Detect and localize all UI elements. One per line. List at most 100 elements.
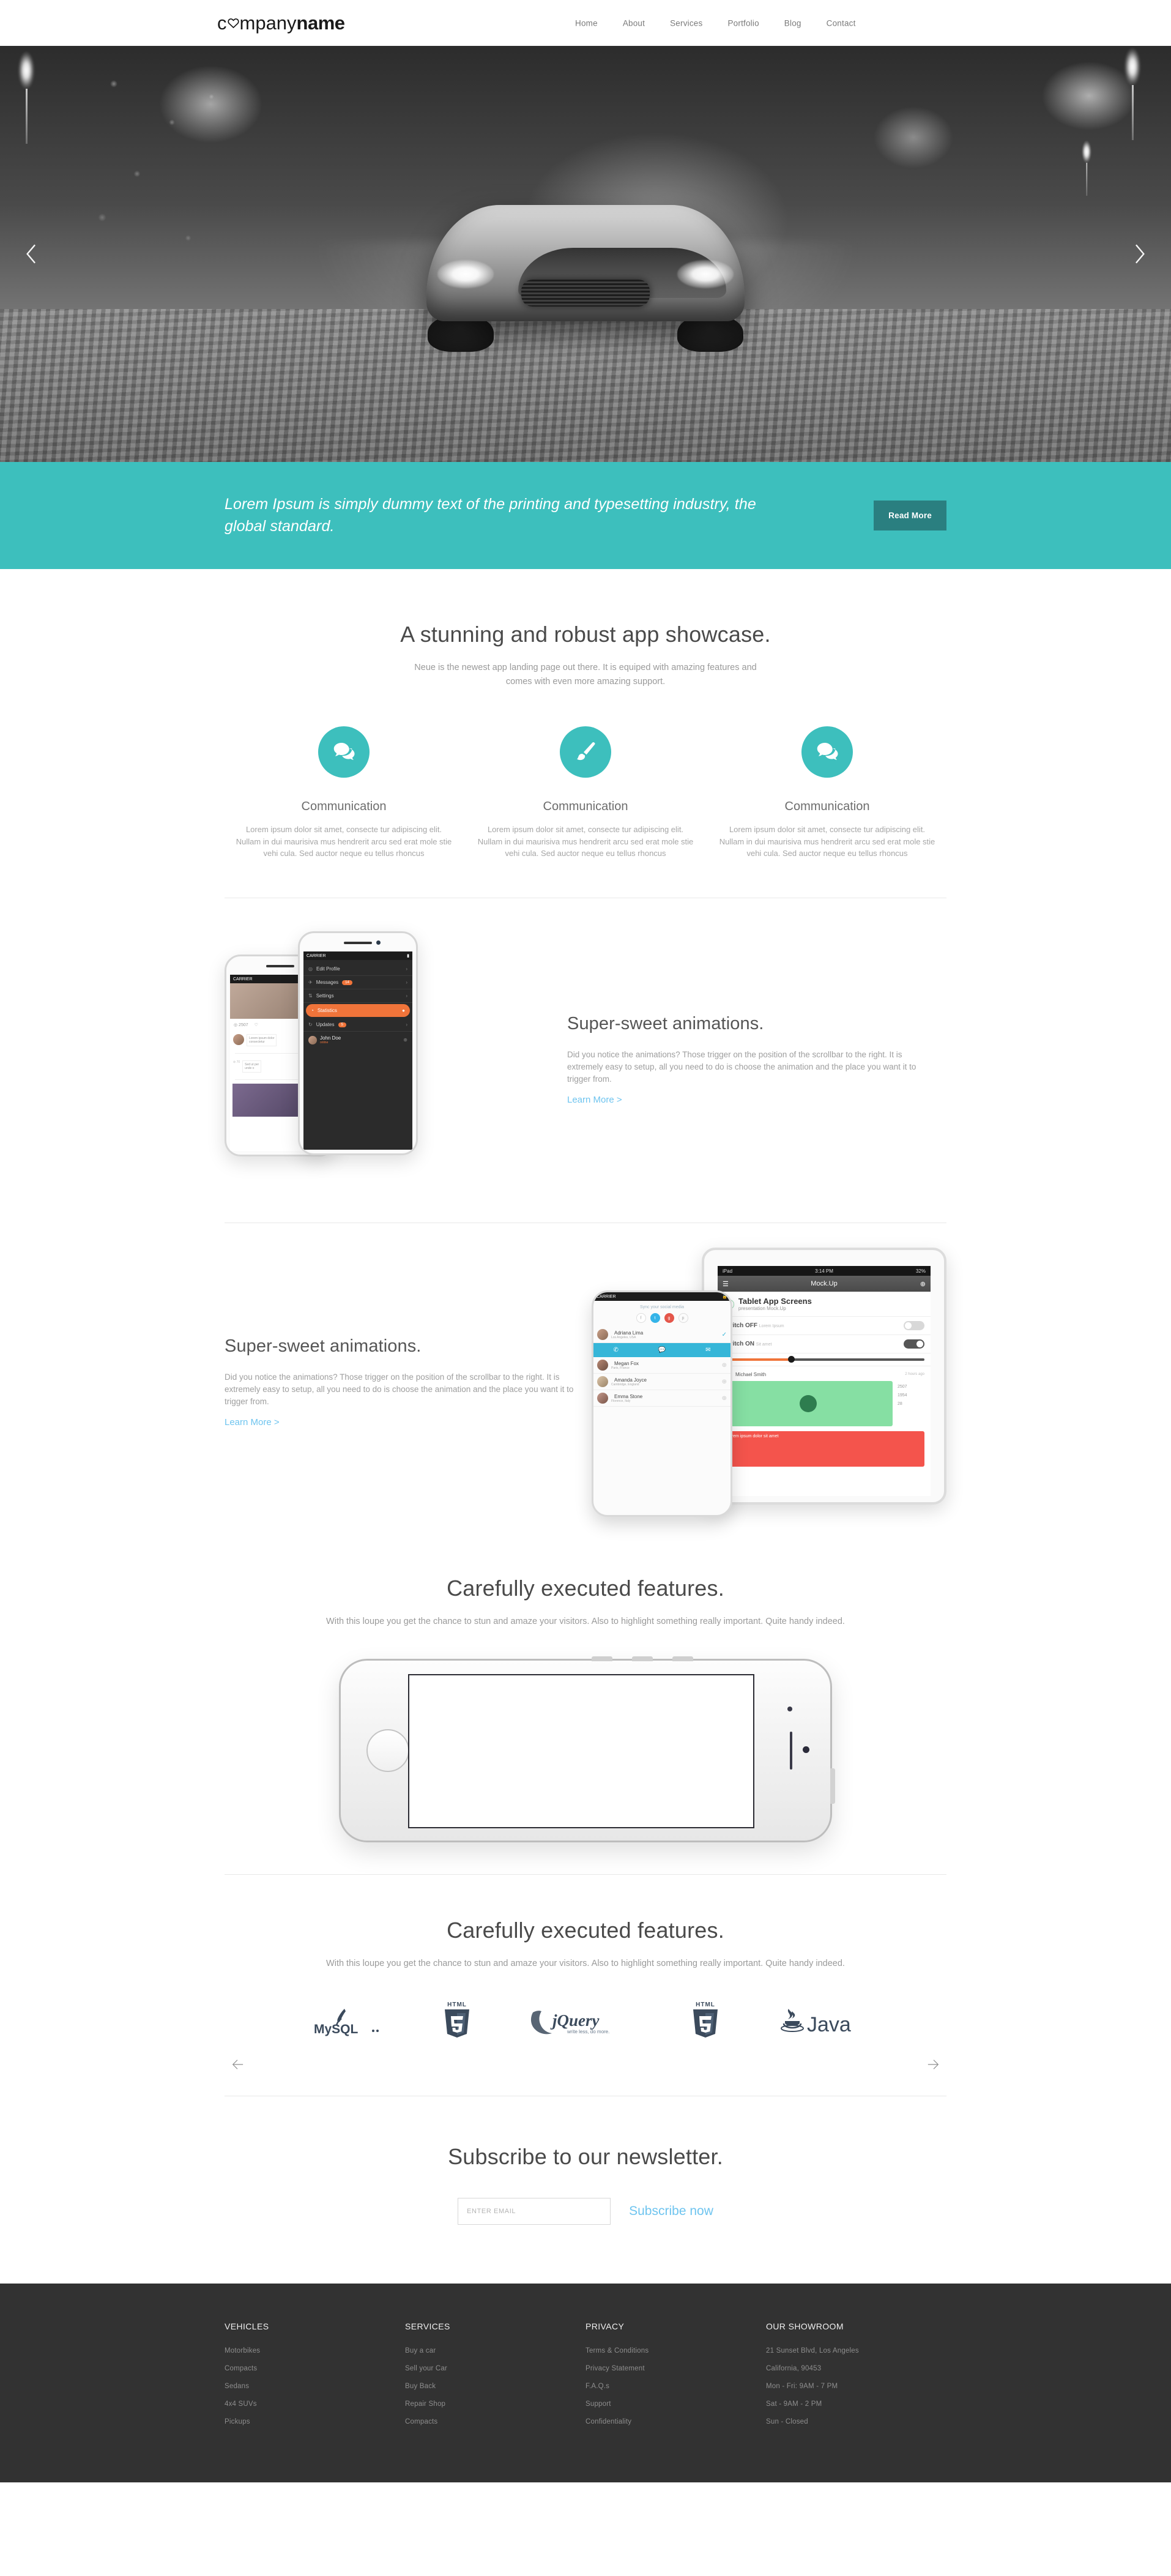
footer-heading: SERVICES [405, 2321, 450, 2332]
heart-icon [227, 17, 239, 29]
pinterest-icon[interactable]: p [678, 1313, 688, 1323]
footer-link[interactable]: Repair Shop [405, 2400, 445, 2408]
read-more-button[interactable]: Read More [874, 501, 946, 530]
footer-link[interactable]: Confidentiality [586, 2418, 631, 2425]
nav-item-about[interactable]: About [623, 18, 645, 28]
toggle-off[interactable] [904, 1321, 924, 1331]
street-lamp-left [18, 52, 34, 144]
features-section-one: Carefully executed features. With this l… [0, 1533, 1171, 1842]
footer-link[interactable]: Motorbikes [225, 2347, 260, 2355]
footer-link[interactable]: Buy Back [405, 2383, 436, 2390]
logo-text-light-2: mpany [239, 12, 297, 34]
phone-mockup-front: CARRIER ▮ ◎ Edit Profile › ✈ Messages 14 … [298, 931, 418, 1156]
profile-row[interactable]: John Doe online ⊕ [303, 1032, 412, 1048]
showcase-section: A stunning and robust app showcase. Neue… [0, 569, 1171, 860]
contact-item[interactable]: Adriana Lima Los Angeles, USA ✓ [593, 1327, 730, 1344]
animations-one-learn-more-link[interactable]: Learn More > [567, 1095, 622, 1105]
animations-two-learn-more-link[interactable]: Learn More > [225, 1417, 280, 1428]
post-comments: 28 [898, 1402, 902, 1407]
footer-link[interactable]: Buy a car [405, 2347, 436, 2355]
features-one-title: Carefully executed features. [447, 1576, 724, 1601]
footer-link[interactable]: Privacy Statement [586, 2365, 645, 2372]
tablet-device-label: iPad [723, 1268, 733, 1274]
post-image-green [724, 1381, 893, 1427]
contact-location: Florence, Italy [611, 1399, 631, 1403]
footer-link[interactable]: Sedans [225, 2383, 249, 2390]
footer-link[interactable]: Compacts [225, 2365, 257, 2372]
hero-prev-arrow[interactable] [17, 240, 45, 268]
nav-item-portfolio[interactable]: Portfolio [727, 18, 759, 28]
logo-text-light: c [217, 12, 227, 34]
menu-item[interactable]: ◎ Edit Profile › [303, 962, 412, 977]
logo-text-bold: name [296, 12, 345, 34]
facebook-icon[interactable]: f [636, 1313, 646, 1323]
mail-icon[interactable]: ✉ [705, 1347, 710, 1353]
menu-item[interactable]: ↻ Updates 5 › [303, 1018, 412, 1032]
main-navigation: Home About Services Portfolio Blog Conta… [575, 18, 856, 28]
footer-address-line: California, 90453 [766, 2365, 822, 2373]
switch-on-row[interactable]: Switch ON Sit amet [718, 1335, 931, 1354]
site-logo[interactable]: c mpany name [217, 12, 345, 34]
tablet-slider[interactable] [718, 1353, 931, 1367]
toggle-on[interactable] [904, 1339, 924, 1349]
nav-item-blog[interactable]: Blog [784, 18, 801, 28]
newsletter-form: Subscribe now [225, 2198, 946, 2225]
site-footer: VEHICLES Motorbikes Compacts Sedans 4x4 … [0, 2284, 1171, 2483]
contact-item[interactable]: Megan Fox Paris, France ⊕ [593, 1357, 730, 1374]
footer-link[interactable]: Compacts [405, 2418, 437, 2425]
feature-item: Communication Lorem ipsum dolor sit amet… [472, 726, 699, 860]
footer-link[interactable]: 4x4 SUVs [225, 2400, 257, 2408]
phone-carrier-label: CARRIER [233, 977, 253, 981]
social-buttons: f t g p [593, 1309, 730, 1327]
nav-item-contact[interactable]: Contact [827, 18, 856, 28]
google-plus-icon[interactable]: g [664, 1313, 674, 1323]
brand-carousel: MySQL HTML jQuery write less, do more. H… [225, 2001, 946, 2038]
animations-two-text: Super-sweet animations. Did you notice t… [225, 1336, 592, 1428]
footer-link[interactable]: Terms & Conditions [586, 2347, 649, 2355]
twitter-icon[interactable]: t [650, 1313, 660, 1323]
post-author: Michael Smith [735, 1371, 767, 1377]
feature-title: Communication [543, 799, 628, 813]
nav-item-home[interactable]: Home [575, 18, 598, 28]
tablet-card-title: Tablet App Screens [738, 1297, 812, 1306]
feature-list: Communication Lorem ipsum dolor sit amet… [225, 726, 946, 860]
footer-link[interactable]: Support [586, 2400, 611, 2408]
paint-brush-icon [560, 726, 611, 778]
menu-item[interactable]: ⇅ Settings › [303, 989, 412, 1003]
switch-off-hint: Lorem Ipsum [759, 1324, 784, 1329]
contact-location: Cambridge, England [611, 1382, 639, 1387]
footer-link[interactable]: Pickups [225, 2418, 250, 2425]
menu-item-active[interactable]: ◔ Statistics ● [306, 1004, 410, 1018]
tablet-nav-bar: ☰ Mock.Up ⊕ [718, 1276, 931, 1292]
footer-link[interactable]: Sell your Car [405, 2365, 447, 2372]
footer-hours-line: Sat - 9AM - 2 PM [766, 2400, 822, 2408]
contact-item[interactable]: Amanda Joyce Cambridge, England ⊕ [593, 1374, 730, 1391]
switch-off-row[interactable]: Switch OFF Lorem Ipsum [718, 1317, 931, 1336]
features-two-subtitle: With this loupe you get the chance to st… [326, 1958, 845, 1968]
animations-two-title: Super-sweet animations. [225, 1336, 422, 1357]
animations-section-one: CARRIER▮ ◎ 2507♡ Lorem ipsum dolorconsec… [225, 898, 946, 1194]
large-phone-mockup [339, 1656, 835, 1842]
profile-status: online [320, 1041, 329, 1045]
footer-heading: VEHICLES [225, 2321, 269, 2332]
message-icon[interactable]: 💬 [658, 1347, 666, 1353]
footer-heading: OUR SHOWROOM [766, 2321, 844, 2332]
newsletter-email-input[interactable] [458, 2198, 611, 2225]
brand-prev-arrow[interactable] [227, 2054, 248, 2075]
footer-link[interactable]: F.A.Q.s [586, 2383, 609, 2390]
nav-item-services[interactable]: Services [670, 18, 702, 28]
contact-name: Megan Fox [614, 1360, 639, 1366]
brand-next-arrow[interactable] [923, 2054, 944, 2075]
post-image-red: Lorem ipsum dolor sit amet [724, 1431, 924, 1467]
call-icon[interactable]: ✆ [613, 1347, 618, 1353]
subscribe-now-button[interactable]: Subscribe now [629, 2204, 713, 2219]
promo-banner: Lorem Ipsum is simply dummy text of the … [0, 462, 1171, 569]
hero-next-arrow[interactable] [1126, 240, 1154, 268]
animations-one-body: Did you notice the animations? Those tri… [567, 1050, 916, 1084]
contact-item[interactable]: Emma Stone Florence, Italy ⊕ [593, 1390, 730, 1407]
feature-item: Communication Lorem ipsum dolor sit amet… [231, 726, 457, 860]
phone-front-camera [787, 1706, 792, 1711]
red-card-text: Lorem ipsum dolor sit amet [727, 1434, 779, 1439]
svg-text:HTML: HTML [696, 2001, 715, 2008]
menu-item[interactable]: ✈ Messages 14 › [303, 976, 412, 990]
